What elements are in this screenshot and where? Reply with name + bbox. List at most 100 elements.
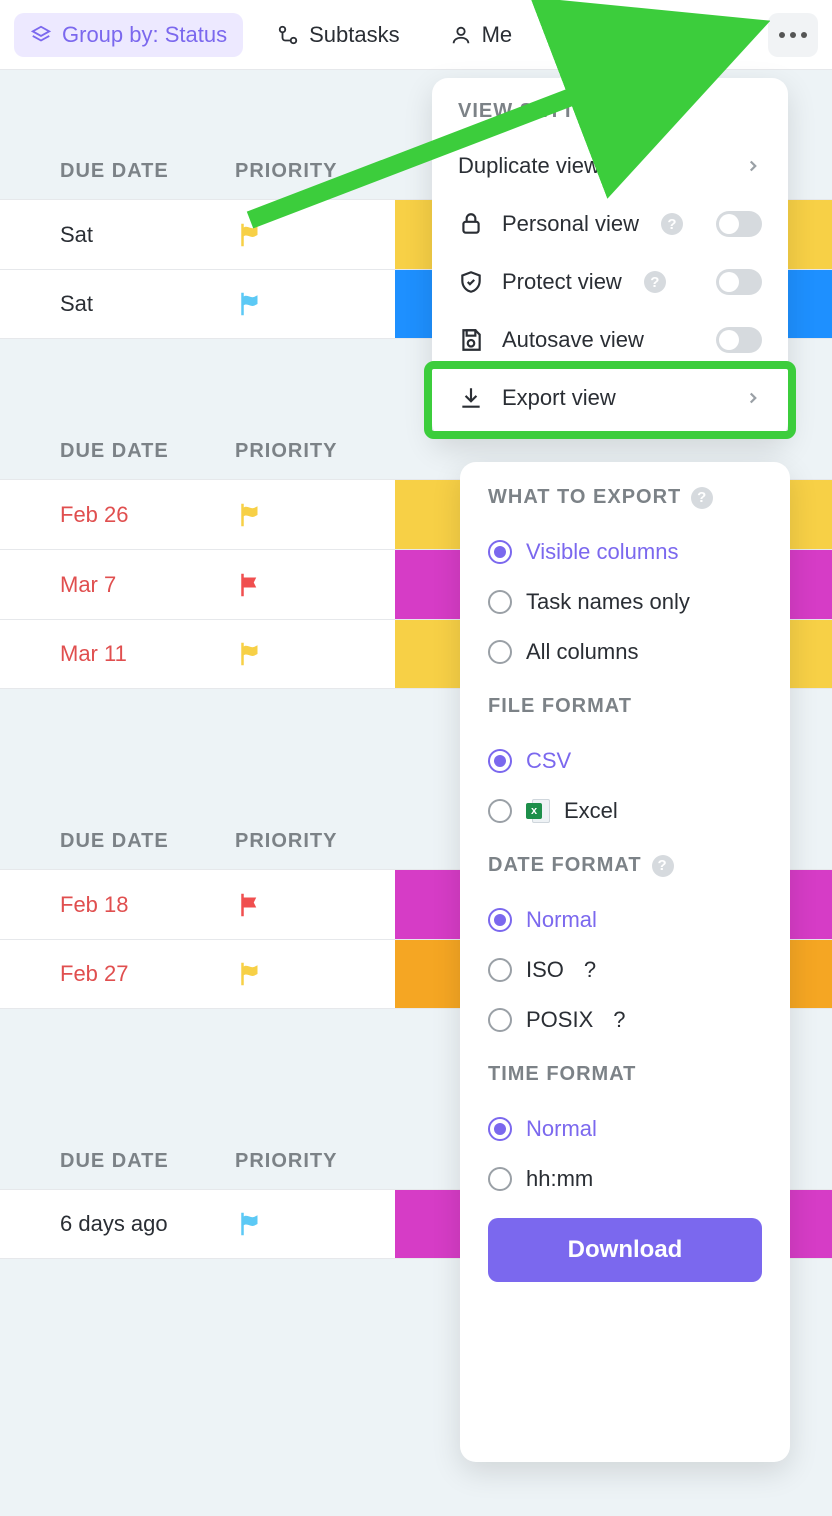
radio-visible-columns[interactable]: Visible columns xyxy=(488,527,762,577)
due-date-cell[interactable]: Feb 26 xyxy=(0,502,235,528)
excel-icon: x xyxy=(526,799,550,823)
view-settings-title: VIEW SETTINGS xyxy=(432,100,788,123)
subtasks-icon xyxy=(277,24,299,46)
subtasks-chip[interactable]: Subtasks xyxy=(261,13,416,57)
layers-icon xyxy=(30,24,52,46)
radio-task-names-only[interactable]: Task names only xyxy=(488,577,762,627)
download-button[interactable]: Download xyxy=(488,1218,762,1282)
group-by-chip[interactable]: Group by: Status xyxy=(14,13,243,57)
radio-date-normal[interactable]: Normal xyxy=(488,895,762,945)
priority-cell[interactable] xyxy=(235,959,395,989)
show-chip[interactable]: Show xyxy=(617,13,736,57)
radio-icon xyxy=(488,1167,512,1191)
radio-icon xyxy=(488,590,512,614)
help-icon[interactable]: ? xyxy=(661,213,683,235)
assignees-button[interactable] xyxy=(577,13,599,57)
due-date-cell[interactable]: 6 days ago xyxy=(0,1211,235,1237)
radio-posix[interactable]: POSIX ? xyxy=(488,995,762,1045)
protect-view-toggle[interactable] xyxy=(716,269,762,295)
priority-cell[interactable] xyxy=(235,639,395,669)
subtasks-label: Subtasks xyxy=(309,22,400,48)
due-date-cell[interactable]: Feb 27 xyxy=(0,961,235,987)
me-label: Me xyxy=(482,22,513,48)
chevron-right-icon xyxy=(744,157,762,175)
priority-cell[interactable] xyxy=(235,570,395,600)
radio-excel[interactable]: x Excel xyxy=(488,786,762,836)
radio-label: Visible columns xyxy=(526,539,678,565)
radio-icon xyxy=(488,908,512,932)
priority-cell[interactable] xyxy=(235,289,395,319)
due-date-cell[interactable]: Sat xyxy=(0,222,235,248)
column-header-due-date[interactable]: DUE DATE xyxy=(0,440,235,463)
time-format-header: TIME FORMAT xyxy=(488,1063,762,1086)
download-icon xyxy=(458,385,484,411)
what-to-export-header: WHAT TO EXPORT ? xyxy=(488,486,762,509)
eye-icon xyxy=(633,24,655,46)
radio-icon xyxy=(488,1117,512,1141)
help-icon[interactable]: ? xyxy=(652,855,674,877)
view-settings-menu: VIEW SETTINGS Duplicate view Personal vi… xyxy=(432,78,788,439)
more-options-button[interactable] xyxy=(768,13,818,57)
help-icon[interactable]: ? xyxy=(644,271,666,293)
group-by-label: Group by: Status xyxy=(62,22,227,48)
column-header-due-date[interactable]: DUE DATE xyxy=(0,1150,235,1173)
radio-iso[interactable]: ISO ? xyxy=(488,945,762,995)
export-options-panel: WHAT TO EXPORT ? Visible columns Task na… xyxy=(460,462,790,1462)
radio-icon xyxy=(488,958,512,982)
radio-label: Normal xyxy=(526,1116,597,1142)
radio-label: CSV xyxy=(526,748,571,774)
priority-cell[interactable] xyxy=(235,500,395,530)
ellipsis-icon xyxy=(779,32,807,38)
column-header-priority[interactable]: PRIORITY xyxy=(235,830,395,853)
column-header-priority[interactable]: PRIORITY xyxy=(235,440,395,463)
priority-cell[interactable] xyxy=(235,1209,395,1239)
date-format-header: DATE FORMAT ? xyxy=(488,854,762,877)
menu-personal-view[interactable]: Personal view ? xyxy=(432,195,788,253)
menu-autosave-view[interactable]: Autosave view xyxy=(432,311,788,369)
menu-duplicate-view[interactable]: Duplicate view xyxy=(432,137,788,195)
radio-icon xyxy=(488,749,512,773)
autosave-view-toggle[interactable] xyxy=(716,327,762,353)
help-icon[interactable]: ? xyxy=(613,1007,625,1033)
radio-time-normal[interactable]: Normal xyxy=(488,1104,762,1154)
radio-label: POSIX xyxy=(526,1007,593,1033)
radio-label: hh:mm xyxy=(526,1166,593,1192)
menu-autosave-label: Autosave view xyxy=(502,327,644,353)
help-icon[interactable]: ? xyxy=(691,487,713,509)
me-chip[interactable]: Me xyxy=(434,13,529,57)
menu-export-view[interactable]: Export view xyxy=(432,369,788,427)
due-date-cell[interactable]: Mar 11 xyxy=(0,641,235,667)
due-date-cell[interactable]: Sat xyxy=(0,291,235,317)
menu-protect-label: Protect view xyxy=(502,269,622,295)
radio-all-columns[interactable]: All columns xyxy=(488,627,762,677)
radio-label: Excel xyxy=(564,798,618,824)
menu-duplicate-label: Duplicate view xyxy=(458,153,600,179)
person-icon xyxy=(450,24,472,46)
priority-cell[interactable] xyxy=(235,220,395,250)
radio-icon xyxy=(488,799,512,823)
help-icon[interactable]: ? xyxy=(584,957,596,983)
personal-view-toggle[interactable] xyxy=(716,211,762,237)
due-date-cell[interactable]: Feb 18 xyxy=(0,892,235,918)
column-header-due-date[interactable]: DUE DATE xyxy=(0,160,235,183)
show-label: Show xyxy=(665,22,720,48)
radio-label: All columns xyxy=(526,639,638,665)
save-icon xyxy=(458,327,484,353)
radio-hhmm[interactable]: hh:mm xyxy=(488,1154,762,1204)
column-header-priority[interactable]: PRIORITY xyxy=(235,160,395,183)
radio-icon xyxy=(488,540,512,564)
column-header-priority[interactable]: PRIORITY xyxy=(235,1150,395,1173)
column-header-due-date[interactable]: DUE DATE xyxy=(0,830,235,853)
lock-icon xyxy=(458,211,484,237)
people-icon xyxy=(577,24,599,46)
radio-label: Task names only xyxy=(526,589,690,615)
shield-icon xyxy=(458,269,484,295)
file-format-header: FILE FORMAT xyxy=(488,695,762,718)
radio-label: Normal xyxy=(526,907,597,933)
due-date-cell[interactable]: Mar 7 xyxy=(0,572,235,598)
radio-icon xyxy=(488,640,512,664)
radio-csv[interactable]: CSV xyxy=(488,736,762,786)
priority-cell[interactable] xyxy=(235,890,395,920)
menu-protect-view[interactable]: Protect view ? xyxy=(432,253,788,311)
chevron-right-icon xyxy=(744,389,762,407)
